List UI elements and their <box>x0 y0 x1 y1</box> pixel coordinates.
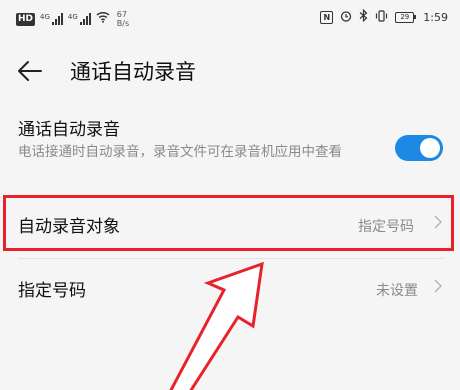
annotation-highlight-box <box>3 195 454 251</box>
nfc-icon: N <box>320 10 334 24</box>
bluetooth-icon <box>359 8 368 25</box>
auto-record-description: 电话接通时自动录音，录音文件可在录音机应用中查看 <box>18 144 342 160</box>
wifi-icon <box>96 11 110 27</box>
network-speed: 67 B/s <box>117 10 129 28</box>
specified-numbers-row[interactable]: 指定号码 未设置 <box>0 262 460 314</box>
signal-icon: 4G <box>40 13 63 25</box>
alarm-icon <box>340 10 352 25</box>
back-button[interactable] <box>14 54 48 88</box>
battery-level: 29 <box>395 11 415 23</box>
toggle-knob <box>420 138 440 158</box>
signal-icon-sim2: 4G <box>68 13 91 25</box>
hd-indicator: HD <box>16 12 36 26</box>
sim1-network-label: 4G <box>40 13 50 21</box>
network-speed-unit: B/s <box>116 19 130 28</box>
back-arrow-icon <box>18 61 42 81</box>
auto-record-toggle[interactable] <box>395 135 443 161</box>
specified-numbers-value: 未设置 <box>376 283 418 299</box>
status-bar: HD 4G 4G 67 B/s N 29 1:59 <box>0 0 460 38</box>
status-bar-right: N 29 1:59 <box>320 8 448 25</box>
status-bar-left: HD 4G 4G 67 B/s <box>16 10 129 28</box>
divider <box>18 258 444 259</box>
auto-record-row[interactable]: 通话自动录音 电话接通时自动录音，录音文件可在录音机应用中查看 <box>0 110 460 190</box>
chevron-right-icon <box>434 278 442 297</box>
vibrate-icon <box>375 9 388 25</box>
specified-numbers-title: 指定号码 <box>18 281 86 301</box>
page-title: 通话自动录音 <box>70 60 196 84</box>
status-time: 1:59 <box>423 10 448 24</box>
sim2-network-label: 4G <box>67 13 78 21</box>
network-speed-value: 67 <box>116 10 127 19</box>
title-bar: 通话自动录音 <box>0 50 460 92</box>
auto-record-title: 通话自动录音 <box>18 120 120 140</box>
battery-icon: 29 <box>395 11 417 23</box>
